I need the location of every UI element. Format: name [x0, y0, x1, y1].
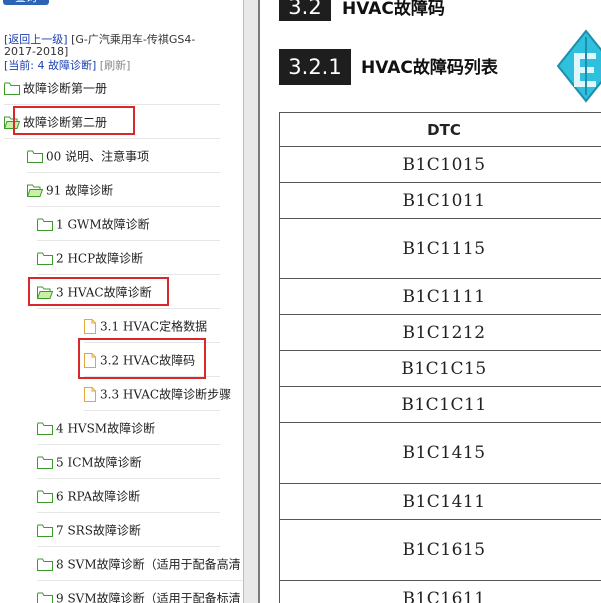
current-value[interactable]: 4 故障诊断] [38, 59, 97, 72]
dtc-cell: B1C1015 [279, 146, 601, 183]
tree-item-hcp[interactable]: 2 HCP故障诊断 [37, 248, 143, 268]
tree-item-label: 3.1 HVAC定格数据 [100, 319, 208, 334]
table-row: B1C1111 [279, 278, 601, 315]
tree-item-gwm[interactable]: 1 GWM故障诊断 [37, 214, 150, 234]
table-row: B1C1C15 [279, 350, 601, 387]
dtc-cell: B1C1C11 [279, 386, 601, 423]
folder-icon [37, 524, 53, 537]
tree-item-icm[interactable]: 5 ICM故障诊断 [37, 452, 142, 472]
subsection-title: HVAC故障码列表 [361, 58, 498, 78]
highlight-box [13, 106, 135, 135]
tree-item-svm-sd[interactable]: 9 SVM故障诊断（适用于配备标清 [37, 588, 241, 603]
divider [37, 546, 220, 547]
tree-item-notes[interactable]: 00 说明、注意事项 [27, 146, 149, 166]
book-title: [G-广汽乘用车-传祺GS4- [71, 33, 196, 46]
divider [37, 308, 220, 309]
dtc-cell: B1C1115 [279, 218, 601, 279]
tree-item-label: 故障诊断第一册 [23, 81, 108, 96]
table-row: B1C1212 [279, 314, 601, 351]
table-row: B1C1615 [279, 519, 601, 581]
section-title: HVAC故障码 [342, 0, 445, 19]
tree-item-label: 3.3 HVAC故障诊断步骤 [100, 387, 232, 402]
folder-icon [4, 82, 20, 95]
refresh-link[interactable]: [刷新] [100, 59, 131, 72]
divider [37, 274, 220, 275]
document-panel: 3.2 HVAC故障码 3.2.1 HVAC故障码列表 DTC B1C1015 … [260, 0, 601, 603]
tree-item-hvsm[interactable]: 4 HVSM故障诊断 [37, 418, 155, 438]
tree-item-label: 8 SVM故障诊断（适用于配备高清 [56, 557, 241, 572]
dtc-table: DTC B1C1015 B1C1011 B1C1115 B1C1111 B1C1… [279, 112, 601, 603]
folder-icon [27, 150, 43, 163]
dtc-cell: B1C1011 [279, 182, 601, 219]
divider [37, 478, 220, 479]
folder-icon [37, 490, 53, 503]
divider [27, 172, 220, 173]
subsection-number: 3.2.1 [279, 49, 351, 85]
tree-item-srs[interactable]: 7 SRS故障诊断 [37, 520, 141, 540]
panel-scrollbar[interactable] [243, 0, 260, 603]
divider [37, 444, 220, 445]
table-row: B1C1115 [279, 218, 601, 279]
divider [4, 104, 220, 105]
table-row: B1C1415 [279, 422, 601, 484]
document-icon [84, 319, 96, 334]
tree-item-label: 7 SRS故障诊断 [56, 523, 141, 538]
document-icon [84, 387, 96, 402]
folder-icon [37, 252, 53, 265]
tree-item-svm-hd[interactable]: 8 SVM故障诊断（适用于配备高清 [37, 554, 241, 574]
table-row: B1C1411 [279, 483, 601, 520]
tree-item-label: 91 故障诊断 [46, 183, 114, 198]
tree-item-label: 00 说明、注意事项 [46, 149, 150, 164]
tree-item-volume-1[interactable]: 故障诊断第一册 [4, 78, 107, 98]
tree-item-fault-diagnosis[interactable]: 91 故障诊断 [27, 180, 113, 200]
folder-icon [37, 218, 53, 231]
dtc-cell: B1C1615 [279, 519, 601, 581]
divider [4, 138, 220, 139]
tree-item-hvac-steps[interactable]: 3.3 HVAC故障诊断步骤 [84, 384, 231, 404]
location-info: [返回上一级] [G-广汽乘用车-传祺GS4- 2017-2018] [当前: … [4, 34, 240, 72]
tree-item-rpa[interactable]: 6 RPA故障诊断 [37, 486, 140, 506]
logo-icon [556, 29, 601, 103]
divider [84, 410, 220, 411]
folder-icon [37, 592, 53, 603]
tree-item-label: 6 RPA故障诊断 [56, 489, 141, 504]
highlight-box [28, 277, 169, 306]
table-row: B1C1611 [279, 580, 601, 603]
book-years: 2017-2018] [4, 45, 69, 58]
table-row: B1C1015 [279, 146, 601, 183]
section-number: 3.2 [279, 0, 331, 21]
tree-item-label: 5 ICM故障诊断 [56, 455, 142, 470]
tree-item-label: 9 SVM故障诊断（适用于配备标清 [56, 591, 241, 603]
table-header-dtc: DTC [279, 112, 601, 147]
tree-item-label: 2 HCP故障诊断 [56, 251, 144, 266]
folder-icon [37, 558, 53, 571]
navigation-panel: 查询 [返回上一级] [G-广汽乘用车-传祺GS4- 2017-2018] [当… [0, 0, 243, 603]
divider [37, 580, 243, 581]
dtc-cell: B1C1C15 [279, 350, 601, 387]
dtc-cell: B1C1415 [279, 422, 601, 484]
divider [37, 512, 220, 513]
query-button[interactable]: 查询 [3, 0, 49, 5]
table-row: B1C1011 [279, 182, 601, 219]
divider [37, 240, 220, 241]
folder-open-icon [27, 184, 43, 197]
folder-icon [37, 456, 53, 469]
folder-icon [37, 422, 53, 435]
dtc-cell: B1C1411 [279, 483, 601, 520]
dtc-cell: B1C1611 [279, 580, 601, 603]
tree-item-hvac-freeze-data[interactable]: 3.1 HVAC定格数据 [84, 316, 207, 336]
tree-item-label: 1 GWM故障诊断 [56, 217, 150, 232]
tree-item-label: 4 HVSM故障诊断 [56, 421, 156, 436]
divider [27, 206, 220, 207]
dtc-cell: B1C1111 [279, 278, 601, 315]
dtc-cell: B1C1212 [279, 314, 601, 351]
table-row: B1C1C11 [279, 386, 601, 423]
current-label: [当前: [4, 59, 34, 72]
highlight-box [78, 338, 206, 379]
